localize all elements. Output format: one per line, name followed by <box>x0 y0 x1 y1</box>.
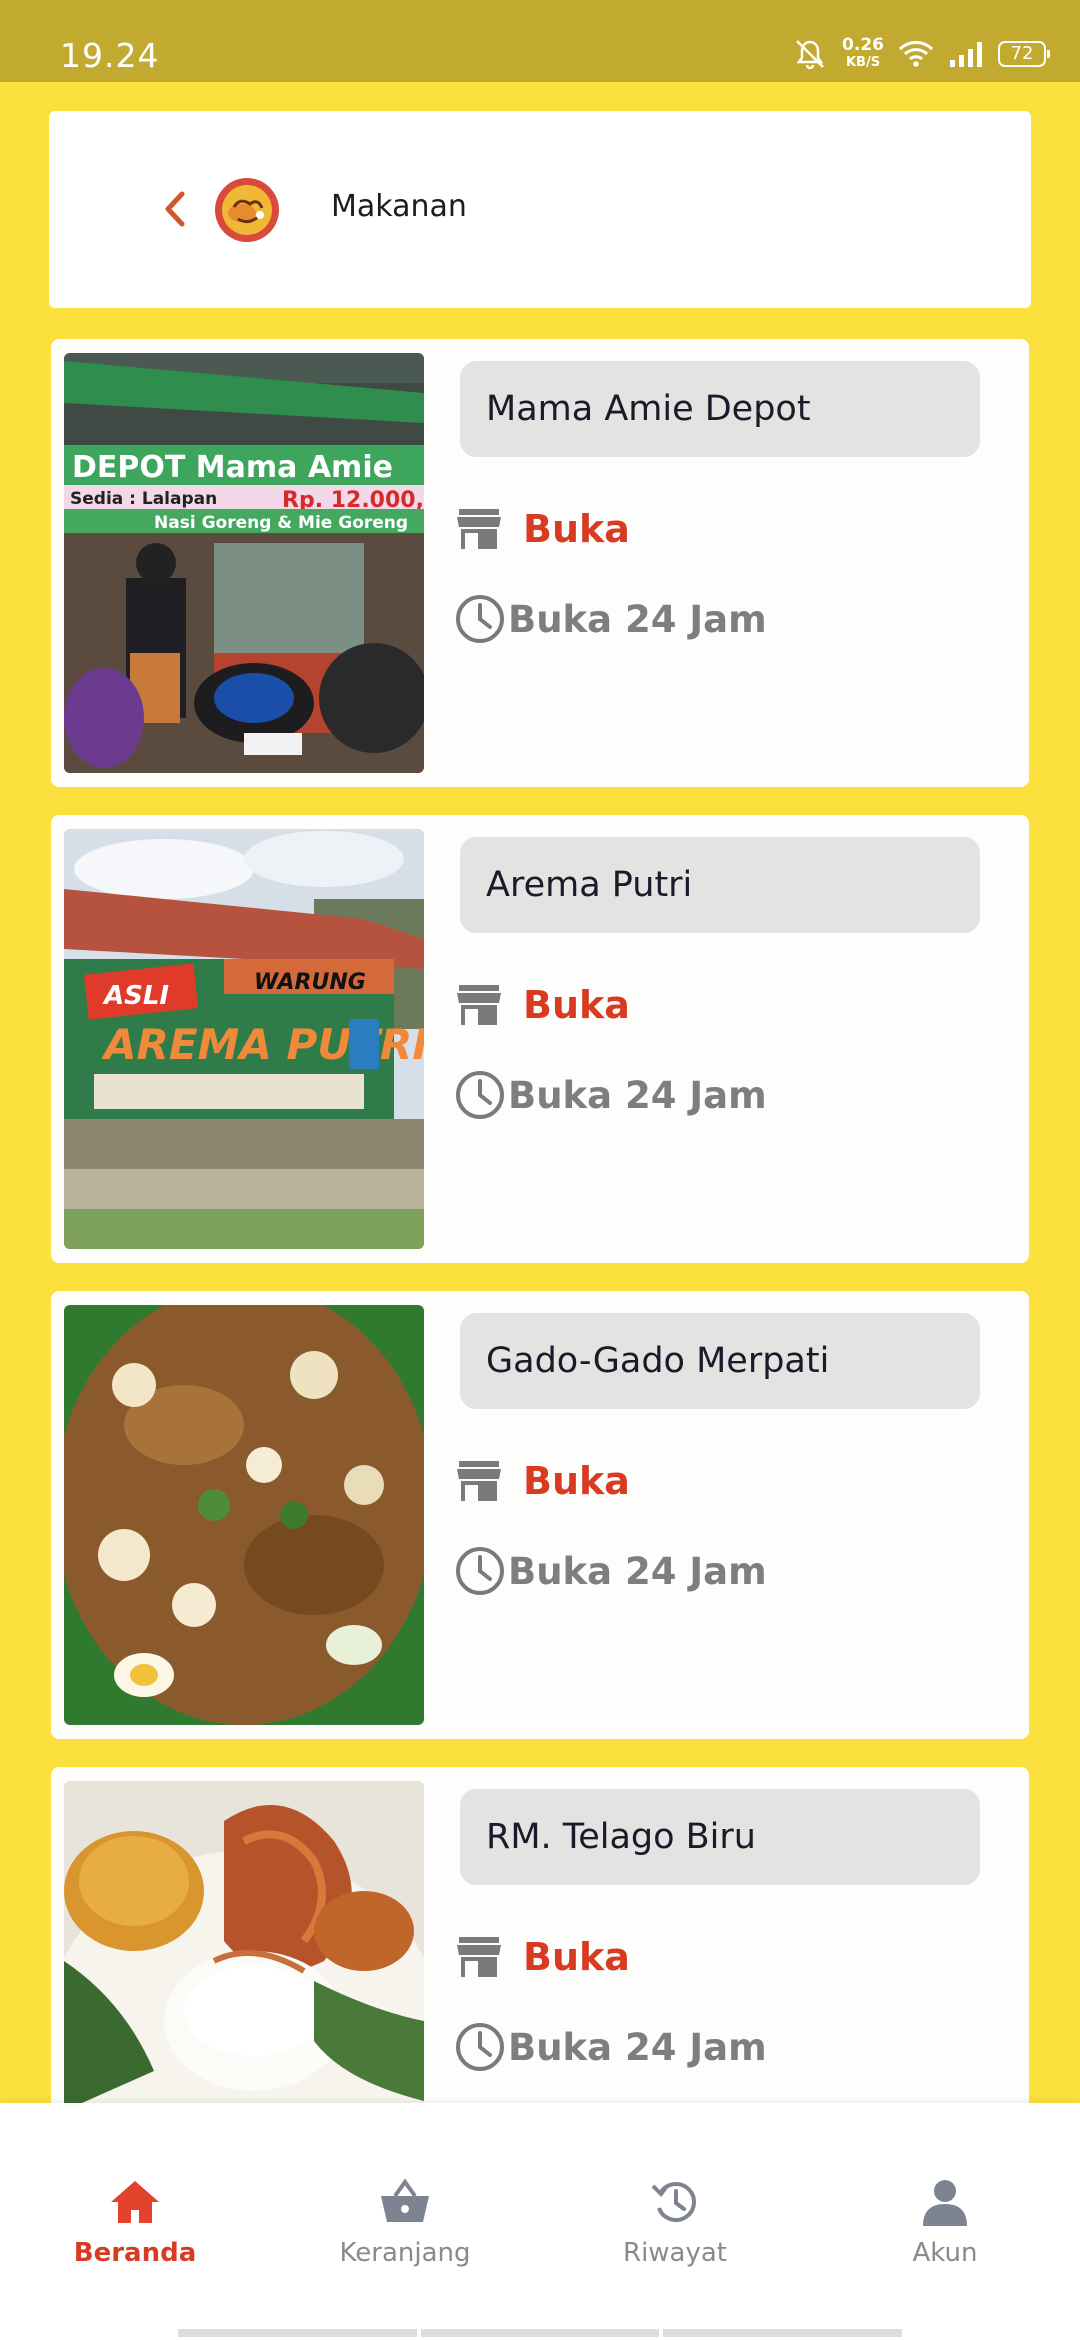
photo-sign-line3: Nasi Goreng & Mie Goreng <box>154 513 408 533</box>
gesture-bar <box>178 2329 903 2337</box>
restaurant-photo <box>64 1305 424 1725</box>
battery-icon: 72 <box>998 41 1050 67</box>
opening-hours: Buka 24 Jam <box>454 593 767 645</box>
nav-item-keranjang[interactable]: Keranjang <box>270 2178 540 2268</box>
store-icon <box>457 1937 501 1977</box>
clock-icon <box>456 1071 504 1119</box>
restaurant-card[interactable]: Gado-Gado Merpati Buka Buka 24 Jam <box>51 1291 1029 1739</box>
restaurant-photo: DEPOT Mama Amie Sedia : Lalapan Rp. 12.0… <box>64 353 424 773</box>
photo-sign-line2: Sedia : Lalapan <box>70 489 217 509</box>
store-icon <box>457 985 501 1025</box>
home-icon <box>111 2181 159 2223</box>
status-label: Buka <box>523 1935 630 1979</box>
history-icon <box>651 2182 696 2222</box>
open-status: Buka <box>455 1935 630 1979</box>
open-status: Buka <box>455 507 630 551</box>
restaurant-card[interactable]: WARUNG ASLI AREMA PUTRI Arema Putri Buka <box>51 815 1029 1263</box>
store-icon <box>457 509 501 549</box>
clock-icon <box>456 1547 504 1595</box>
restaurant-name: Arema Putri <box>460 837 980 933</box>
restaurant-name: RM. Telago Biru <box>460 1789 980 1885</box>
status-label: Buka <box>523 983 630 1027</box>
clock-icon <box>456 2023 504 2071</box>
clock-icon <box>456 595 504 643</box>
user-icon <box>923 2180 967 2226</box>
opening-hours: Buka 24 Jam <box>454 1545 767 1597</box>
restaurant-name: Gado-Gado Merpati <box>460 1313 980 1409</box>
signal-icon <box>950 42 982 67</box>
bell-muted-icon <box>796 40 824 70</box>
status-icons: 0.26 KB/S 72 <box>792 34 1050 74</box>
status-label: Buka <box>523 507 630 551</box>
food-category-logo <box>215 178 279 242</box>
hours-label: Buka 24 Jam <box>508 1073 767 1117</box>
hours-label: Buka 24 Jam <box>508 597 767 641</box>
back-button[interactable] <box>149 179 199 239</box>
nav-label: Riwayat <box>623 2238 727 2268</box>
nav-item-beranda[interactable]: Beranda <box>0 2178 270 2268</box>
restaurant-card[interactable]: DEPOT Mama Amie Sedia : Lalapan Rp. 12.0… <box>51 339 1029 787</box>
opening-hours: Buka 24 Jam <box>454 2021 767 2073</box>
hours-label: Buka 24 Jam <box>508 1549 767 1593</box>
nav-label: Akun <box>912 2238 978 2268</box>
status-time: 19.24 <box>60 36 160 75</box>
photo-sign-line1: DEPOT Mama Amie <box>72 450 393 485</box>
nav-item-akun[interactable]: Akun <box>810 2178 1080 2268</box>
photo-sign-line1: ASLI <box>102 981 169 1011</box>
bottom-navigation: Beranda Keranjang Riwayat Akun <box>0 2103 1080 2340</box>
chevron-left-icon <box>165 191 185 227</box>
wifi-icon <box>898 41 934 67</box>
nav-label: Beranda <box>73 2238 197 2268</box>
open-status: Buka <box>455 983 630 1027</box>
status-label: Buka <box>523 1459 630 1503</box>
open-status: Buka <box>455 1459 630 1503</box>
network-speed: 0.26 KB/S <box>842 35 884 71</box>
status-bar: 19.24 0.26 KB/S 72 <box>0 0 1080 82</box>
opening-hours: Buka 24 Jam <box>454 1069 767 1121</box>
restaurant-photo: WARUNG ASLI AREMA PUTRI <box>64 829 424 1249</box>
page-header: Makanan <box>49 111 1031 308</box>
store-icon <box>457 1461 501 1501</box>
nav-item-riwayat[interactable]: Riwayat <box>540 2178 810 2268</box>
page-title: Makanan <box>331 189 467 224</box>
basket-icon <box>381 2178 429 2222</box>
restaurant-name: Mama Amie Depot <box>460 361 980 457</box>
photo-sign-line2: WARUNG <box>254 970 366 995</box>
hours-label: Buka 24 Jam <box>508 2025 767 2069</box>
nav-label: Keranjang <box>339 2238 471 2268</box>
